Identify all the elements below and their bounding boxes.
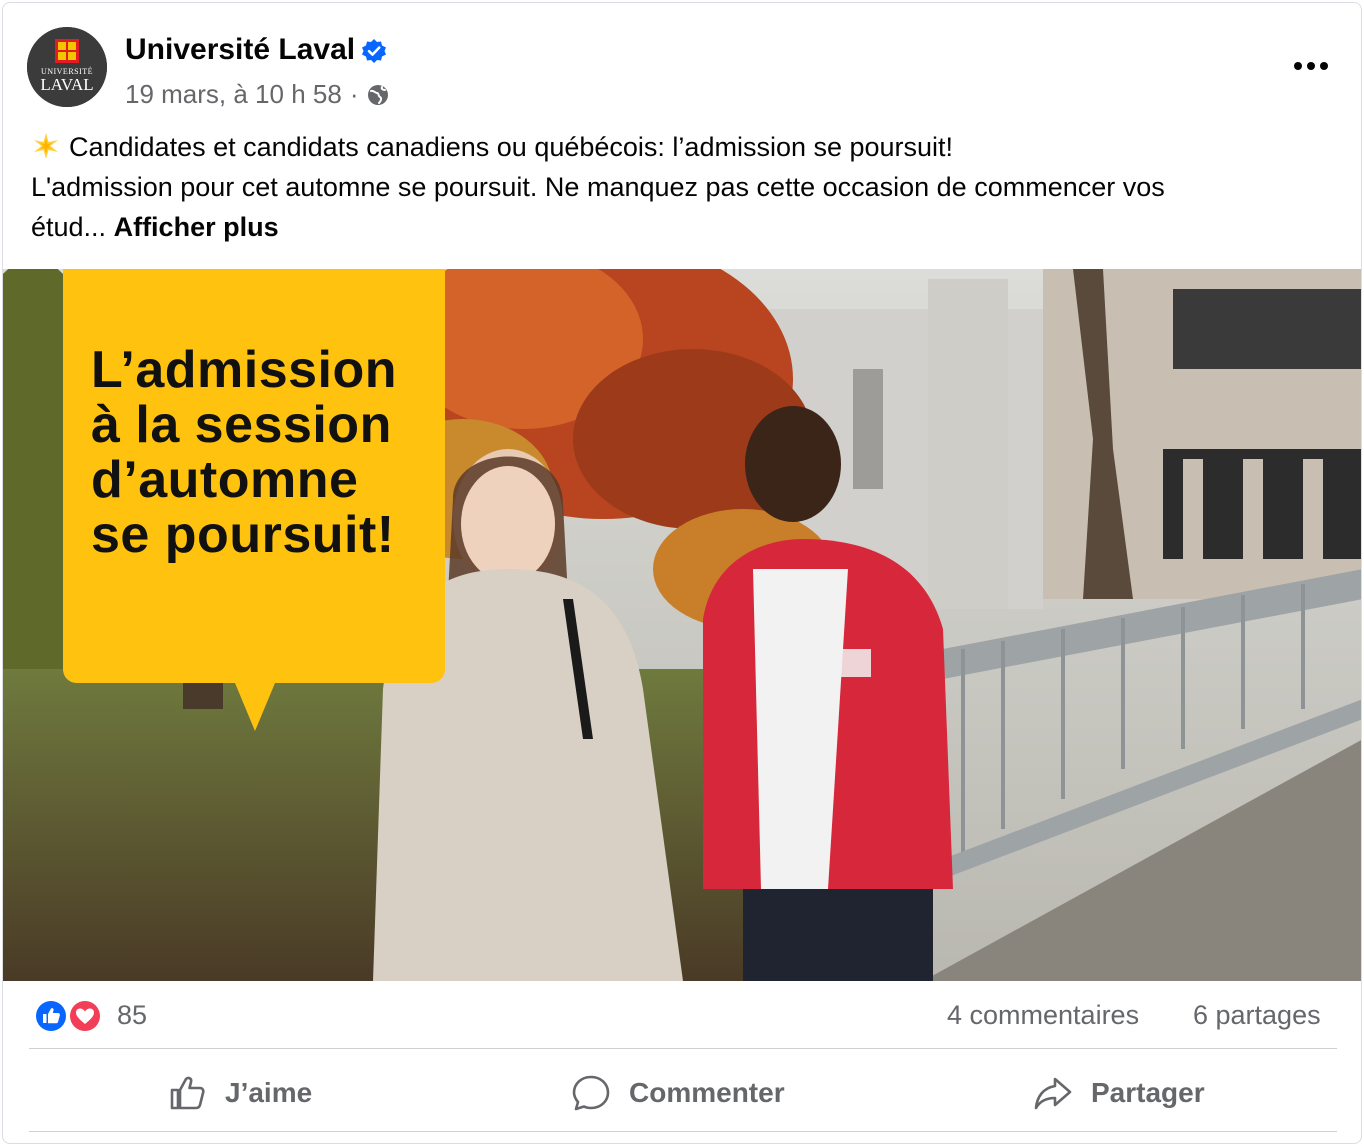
comment-bubble-icon <box>572 1075 610 1111</box>
comment-button[interactable]: Commenter <box>571 1063 785 1123</box>
post-text-line-2: L'admission pour cet automne se poursuit… <box>31 172 1165 202</box>
comment-label: Commenter <box>629 1077 785 1108</box>
share-arrow-icon <box>1034 1077 1072 1110</box>
shares-count[interactable]: 6 partages <box>1193 1000 1321 1031</box>
reactions-count[interactable]: 85 <box>117 1000 147 1031</box>
post-text-line-1: Candidates et candidats canadiens ou qué… <box>31 127 1341 167</box>
post-card: UNIVERSITÉ LAVAL Université Laval 19 mar… <box>2 2 1362 1144</box>
glowing-star-icon <box>31 131 61 161</box>
page-name-link[interactable]: Université Laval <box>125 33 355 67</box>
post-text-truncated: étud... <box>31 212 107 242</box>
avatar-logo-text: UNIVERSITÉ LAVAL <box>40 67 94 94</box>
bubble-line: se poursuit! <box>91 506 395 564</box>
action-bar: J’aime Commenter Partager <box>3 1055 1361 1131</box>
post-image[interactable]: L’admission à la session d’automne se po… <box>3 269 1361 981</box>
bottom-divider <box>29 1131 1337 1132</box>
post-text: Candidates et candidats canadiens ou qué… <box>31 127 1341 247</box>
post-meta: 19 mars, à 10 h 58 · <box>125 79 390 110</box>
share-button[interactable]: Partager <box>1033 1063 1205 1123</box>
share-label: Partager <box>1091 1077 1205 1108</box>
stats-divider <box>29 1048 1337 1049</box>
like-label: J’aime <box>225 1077 313 1108</box>
bubble-line: d’automne <box>91 451 359 509</box>
globe-icon <box>366 83 390 107</box>
page-avatar[interactable]: UNIVERSITÉ LAVAL <box>27 27 107 107</box>
bubble-line: L’admission <box>91 341 398 399</box>
post-header: UNIVERSITÉ LAVAL Université Laval 19 mar… <box>3 3 1361 123</box>
verified-badge-icon <box>361 38 387 64</box>
timestamp-link[interactable]: 19 mars, à 10 h 58 <box>125 79 342 110</box>
thumbs-up-icon <box>170 1076 205 1110</box>
more-options-button[interactable] <box>1291 51 1331 81</box>
see-more-link[interactable]: Afficher plus <box>114 212 279 242</box>
post-stats: 85 4 commentaires 6 partages <box>3 988 1361 1048</box>
meta-separator: · <box>349 79 359 109</box>
post-headline: Candidates et candidats canadiens ou qué… <box>69 132 954 162</box>
image-bubble-text: L’admission à la session d’automne se po… <box>91 343 397 563</box>
bubble-line: à la session <box>91 396 392 454</box>
like-button[interactable]: J’aime <box>167 1063 312 1123</box>
comments-count[interactable]: 4 commentaires <box>947 1000 1139 1031</box>
reaction-icons[interactable] <box>33 998 109 1034</box>
post-text-line-3: étud... Afficher plus <box>31 207 1341 247</box>
more-options-icon <box>1294 62 1328 70</box>
